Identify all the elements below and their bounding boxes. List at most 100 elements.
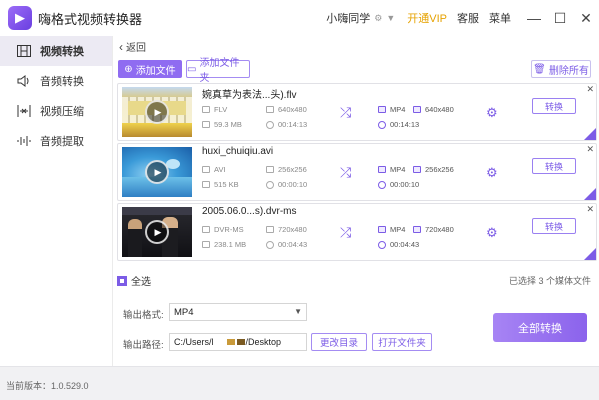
app-title: 嗨格式视频转换器 [38,11,143,27]
input-size: 515 KB [202,180,239,189]
output-duration: 00:00:10 [378,180,419,189]
convert-button[interactable]: 转换 [532,158,576,174]
clock-icon [378,180,386,189]
shuffle-icon: ⤮ [340,104,352,120]
input-duration-value: 00:00:10 [278,180,308,189]
waveform-icon [16,134,32,148]
input-format: DVR-MS [202,225,244,234]
file-name: 婉真草为表法...头).flv [202,90,297,101]
clock-icon [266,180,274,189]
format-icon [202,226,210,233]
format-icon [202,106,210,113]
format-icon [378,106,386,113]
sidebar-item-audio-convert[interactable]: 音频转换 [0,66,112,96]
open-folder-button[interactable]: 打开文件夹 [372,333,432,351]
delete-all-button[interactable]: 🗑 删除所有 [531,60,591,78]
title-bar: ▶ 嗨格式视频转换器 小嗨同学 ⚙ ▼ 开通VIP 客服 菜单 — ☐ ✕ [0,0,599,36]
output-format-selected: MP4 [174,306,194,318]
sidebar-item-video-compress[interactable]: 视频压缩 [0,96,112,126]
output-settings-icon[interactable]: ⚙ [486,165,498,181]
vip-link[interactable]: 开通VIP [407,10,447,26]
output-format: MP4 [378,225,405,234]
sidebar-item-label: 音频提取 [40,136,84,148]
change-directory-button[interactable]: 更改目录 [311,333,367,351]
input-format: FLV [202,105,227,114]
shuffle-icon: ⤮ [340,224,352,240]
remove-file-icon[interactable]: ✕ [586,144,594,155]
output-settings-icon[interactable]: ⚙ [486,105,498,121]
back-button[interactable]: ‹ 返回 [119,39,146,55]
output-format-value: MP4 [390,105,406,114]
clock-icon [378,120,386,129]
delete-all-label: 删除所有 [548,65,589,77]
output-format-value: MP4 [390,165,406,174]
trash-icon: 🗑 [533,63,546,75]
input-size: 238.1 MB [202,240,246,249]
convert-all-button[interactable]: 全部转换 [493,313,587,342]
file-name: huxi_chuiqiu.avi [202,146,274,157]
sidebar-item-audio-extract[interactable]: 音频提取 [0,126,112,156]
output-resolution-value: 720x480 [425,225,454,234]
format-icon [378,226,386,233]
resolution-icon [413,226,421,233]
file-card[interactable]: ▶ huxi_chuiqiu.avi AVI 256x256 515 KB 00… [117,143,597,201]
input-format-value: AVI [214,165,226,174]
video-thumbnail[interactable]: ▶ [122,207,192,257]
clock-icon [378,240,386,249]
resolution-icon [266,226,274,233]
app-logo-icon: ▶ [8,6,32,30]
output-format-select[interactable]: MP4 ▼ [169,303,307,321]
format-icon [378,166,386,173]
output-format-label: 输出格式: [123,310,164,321]
checkbox-checked-icon [117,275,127,286]
add-folder-button[interactable]: ▭ 添加文件夹 [186,58,250,84]
back-label: 返回 [126,43,146,54]
file-card[interactable]: ▶ 2005.06.0...s).dvr-ms DVR-MS 720x480 2… [117,203,597,261]
add-file-button[interactable]: ⊕ 添加文件 [118,60,182,78]
version-text: 当前版本：1.0.529.0 [6,381,89,391]
chevron-left-icon: ‹ [119,39,123,54]
select-all-checkbox[interactable]: 全选 [117,273,151,288]
selected-corner-icon [584,188,596,200]
play-icon[interactable]: ▶ [145,100,169,124]
input-duration-value: 00:14:13 [278,120,308,129]
input-resolution-value: 256x256 [278,165,307,174]
convert-button[interactable]: 转换 [532,98,576,114]
output-duration-value: 00:14:13 [390,120,420,129]
output-resolution-value: 256x256 [425,165,454,174]
minimize-icon[interactable]: — [521,0,547,36]
output-path-suffix: /Desktop [245,337,282,347]
output-settings-icon[interactable]: ⚙ [486,225,498,241]
menu-link[interactable]: 菜单 [489,10,511,26]
sidebar-item-video-convert[interactable]: 视频转换 [0,36,112,66]
input-size-value: 515 KB [214,180,239,189]
input-duration: 00:14:13 [266,120,307,129]
add-file-label: 添加文件 [135,65,176,77]
user-dropdown-icon[interactable]: ▼ [386,13,395,23]
remove-file-icon[interactable]: ✕ [586,84,594,95]
output-resolution: 720x480 [413,225,454,234]
output-duration: 00:04:43 [378,240,419,249]
play-icon[interactable]: ▶ [145,160,169,184]
convert-button[interactable]: 转换 [532,218,576,234]
file-card[interactable]: ▶ 婉真草为表法...头).flv FLV 640x480 59.3 MB 00… [117,83,597,141]
video-thumbnail[interactable]: ▶ [122,87,192,137]
play-icon[interactable]: ▶ [145,220,169,244]
maximize-icon[interactable]: ☐ [547,0,573,36]
output-format: MP4 [378,105,405,114]
sidebar-item-label: 音频转换 [40,76,84,88]
user-name[interactable]: 小嗨同学 [326,10,370,26]
video-thumbnail[interactable]: ▶ [122,147,192,197]
close-icon[interactable]: ✕ [573,0,599,36]
output-resolution: 256x256 [413,165,454,174]
output-path-field[interactable]: C:/Users/l /Desktop [169,333,307,351]
user-settings-icon[interactable]: ⚙ [374,13,382,24]
redacted-mark [226,339,235,345]
input-format: AVI [202,165,226,174]
redacted-mark [236,339,245,345]
output-format: MP4 [378,165,405,174]
service-link[interactable]: 客服 [457,10,479,26]
sidebar-item-label: 视频压缩 [40,106,84,118]
file-size-icon [202,181,210,188]
remove-file-icon[interactable]: ✕ [586,204,594,215]
